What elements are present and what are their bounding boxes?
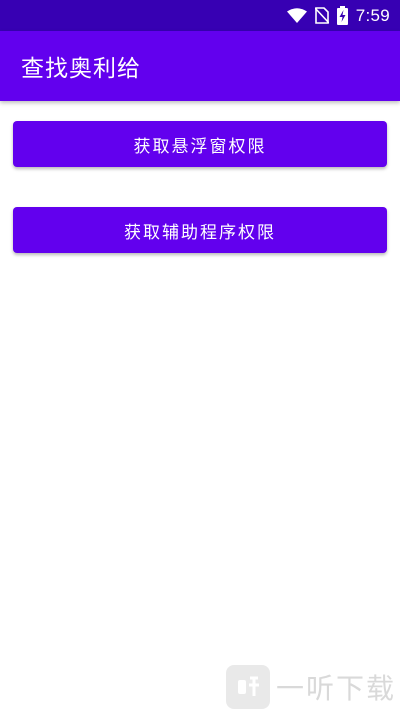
- battery-charging-icon: [336, 6, 348, 25]
- watermark-text: 一听下载: [275, 672, 396, 705]
- get-overlay-permission-button[interactable]: 获取悬浮窗权限: [13, 121, 387, 167]
- status-time: 7:59: [355, 5, 390, 25]
- status-bar: 7:59: [0, 0, 400, 31]
- main-content: 获取悬浮窗权限 获取辅助程序权限: [0, 101, 400, 711]
- get-accessibility-permission-button[interactable]: 获取辅助程序权限: [13, 207, 387, 253]
- no-sim-icon: [314, 7, 329, 24]
- watermark: 一听下载: [225, 665, 396, 709]
- app-title: 查找奥利给: [21, 56, 141, 82]
- watermark-logo-icon: [225, 665, 270, 709]
- wifi-icon: [286, 7, 307, 24]
- app-bar: 查找奥利给: [0, 31, 400, 101]
